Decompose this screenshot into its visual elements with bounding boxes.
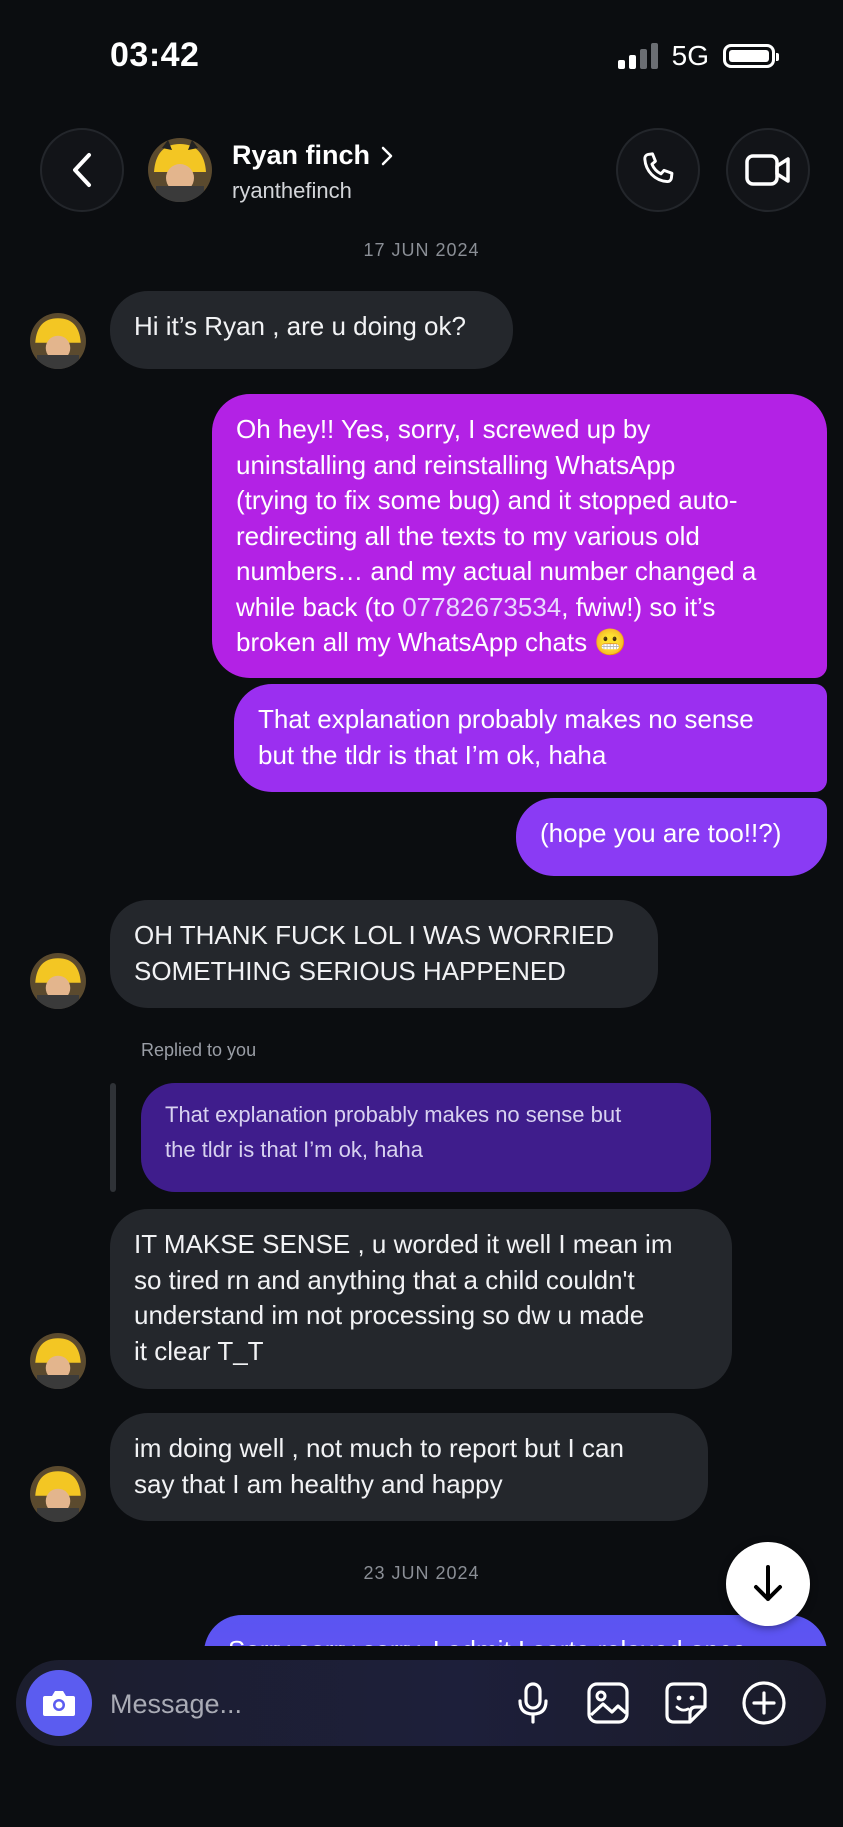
- voice-call-button[interactable]: [616, 128, 700, 212]
- camera-icon: [43, 1691, 75, 1716]
- sender-avatar[interactable]: [30, 953, 86, 1009]
- microphone-icon: [518, 1682, 548, 1724]
- message-incoming[interactable]: Hi it’s Ryan , are u doing ok?: [110, 291, 513, 369]
- date-separator: 17 JUN 2024: [363, 240, 480, 260]
- sender-avatar[interactable]: [30, 1466, 86, 1522]
- contact-name[interactable]: Ryan finch: [232, 140, 394, 171]
- camera-button[interactable]: [26, 1670, 92, 1736]
- image-icon: [587, 1682, 629, 1724]
- signal-icon: [617, 43, 658, 69]
- message-incoming[interactable]: IT MAKSE SENSE , u worded it well I mean…: [110, 1209, 732, 1389]
- status-icons: 5G: [617, 40, 779, 72]
- message-input[interactable]: [108, 1678, 492, 1730]
- date-separator: 23 JUN 2024: [363, 1563, 480, 1583]
- message-outgoing[interactable]: Oh hey!! Yes, sorry, I screwed up by uni…: [212, 394, 827, 678]
- replied-to-label: Replied to you: [141, 1040, 257, 1060]
- sticker-icon: [665, 1682, 707, 1724]
- sender-avatar[interactable]: [30, 1333, 86, 1389]
- sticker-button[interactable]: [660, 1677, 712, 1729]
- arrow-down-icon: [754, 1565, 782, 1601]
- status-time: 03:42: [110, 36, 200, 74]
- back-button[interactable]: [40, 128, 124, 212]
- network-label: 5G: [671, 40, 709, 71]
- message-incoming[interactable]: im doing well , not much to report but I…: [110, 1413, 708, 1521]
- phone-icon: [643, 152, 674, 184]
- scroll-to-bottom-button[interactable]: [726, 1542, 810, 1626]
- quoted-message[interactable]: That explanation probably makes no sense…: [141, 1083, 711, 1192]
- battery-icon: [723, 44, 779, 68]
- message-outgoing[interactable]: (hope you are too!!?): [516, 798, 827, 876]
- video-call-button[interactable]: [726, 128, 810, 212]
- sender-avatar[interactable]: [30, 313, 86, 369]
- contact-username: ryanthefinch: [232, 178, 352, 203]
- avatar[interactable]: [148, 138, 212, 202]
- message-incoming[interactable]: OH THANK FUCK LOL I WAS WORRIED SOMETHIN…: [110, 900, 658, 1008]
- add-button[interactable]: [738, 1677, 790, 1729]
- plus-circle-icon: [742, 1681, 786, 1725]
- reply-indicator-bar: [110, 1083, 116, 1192]
- phone-number-link[interactable]: 07782673534: [402, 592, 561, 622]
- gallery-button[interactable]: [582, 1677, 634, 1729]
- back-arrow-icon: [73, 153, 91, 187]
- chevron-right-icon: [381, 146, 393, 165]
- video-camera-icon: [745, 154, 790, 186]
- message-outgoing[interactable]: That explanation probably makes no sense…: [234, 684, 827, 792]
- microphone-button[interactable]: [507, 1677, 559, 1729]
